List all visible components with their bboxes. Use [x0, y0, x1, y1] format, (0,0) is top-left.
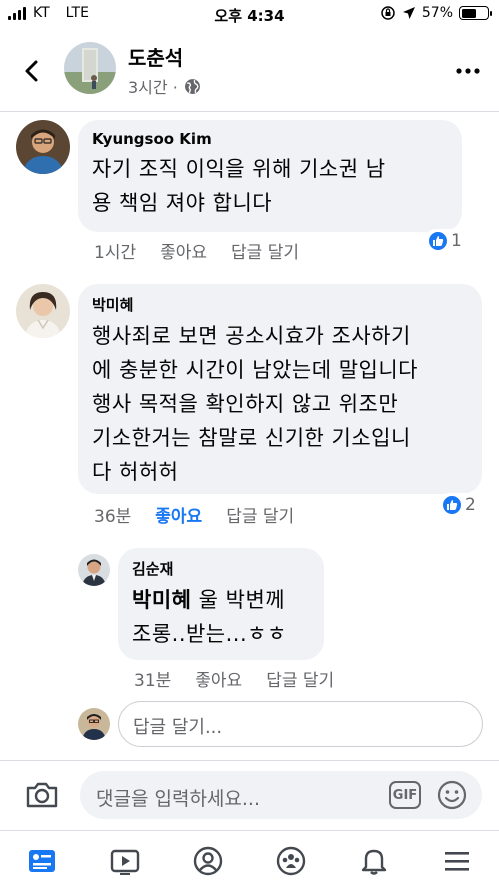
back-icon: [25, 60, 38, 82]
status-bar: KT LTE 오후 4:34 57%: [0, 0, 499, 30]
more-icon: [456, 68, 480, 74]
battery-icon: [459, 6, 492, 20]
back-button[interactable]: [14, 54, 48, 88]
rotation-lock-icon: [381, 6, 395, 20]
battery-fill: [461, 8, 476, 18]
bottom-navigation: [0, 830, 499, 888]
post-meta: 3시간 ·: [128, 74, 201, 98]
reaction-count[interactable]: 1: [424, 229, 465, 253]
nav-watch[interactable]: [107, 843, 143, 879]
reaction-number: 2: [465, 495, 476, 515]
watch-icon: [110, 849, 140, 875]
profile-icon: [193, 846, 223, 876]
post-header: 도춘석 3시간 ·: [0, 32, 499, 112]
nav-notifications[interactable]: [356, 843, 392, 879]
my-avatar: [78, 708, 110, 740]
commenter-avatar[interactable]: [16, 284, 70, 338]
nav-news-feed[interactable]: [24, 843, 60, 879]
author-name[interactable]: 도춘석: [128, 42, 183, 71]
comment-input-placeholder: 댓글을 입력하세요...: [96, 788, 260, 810]
reply-button[interactable]: 답글 달기: [266, 666, 334, 691]
gif-button[interactable]: GIF: [389, 781, 421, 809]
reply-button[interactable]: 답글 달기: [226, 502, 294, 527]
reply-text: 박미혜 울 박변께조롱..받는...ㅎㅎ: [132, 583, 310, 651]
reaction-number: 1: [451, 231, 462, 251]
news-feed-icon: [29, 850, 55, 872]
comment-author[interactable]: 박미혜: [92, 294, 468, 315]
reaction-count[interactable]: 2: [438, 493, 479, 517]
comment-bubble[interactable]: 박미혜 행사죄로 보면 공소시효가 조사하기 에 충분한 시간이 남았는데 말입…: [78, 284, 482, 494]
comment-author[interactable]: Kyungsoo Kim: [92, 130, 448, 148]
reply-time: 31분: [134, 671, 172, 691]
mention-tag[interactable]: 박미혜: [132, 588, 191, 612]
replier-avatar[interactable]: [78, 554, 110, 586]
reply-actions: 31분 좋아요 답글 달기: [134, 666, 334, 691]
commenter-avatar[interactable]: [16, 120, 70, 174]
comment-actions: 36분 좋아요 답글 달기: [94, 502, 294, 527]
like-icon: [427, 230, 449, 252]
like-icon: [441, 494, 463, 516]
nav-menu[interactable]: [439, 843, 475, 879]
reply-button[interactable]: 답글 달기: [231, 238, 299, 263]
battery-percent: 57%: [421, 5, 453, 21]
groups-icon: [276, 846, 306, 876]
more-options-button[interactable]: [451, 54, 485, 88]
comment-text: 행사죄로 보면 공소시효가 조사하기 에 충분한 시간이 남았는데 말입니다 행…: [92, 324, 418, 484]
globe-icon: [184, 78, 200, 94]
location-icon: [402, 7, 415, 19]
reply-bubble[interactable]: 김순재 박미혜 울 박변께조롱..받는...ㅎㅎ: [118, 548, 324, 660]
reply-author[interactable]: 김순재: [132, 558, 310, 579]
post-time: 3시간 ·: [128, 78, 178, 97]
comment-time: 1시간: [94, 243, 137, 263]
camera-button[interactable]: [24, 777, 60, 813]
emoji-button[interactable]: [436, 779, 468, 811]
like-button[interactable]: 좋아요: [160, 238, 207, 263]
bell-icon: [361, 849, 387, 875]
comment-text: 자기 조직 이익을 위해 기소권 남 용 책임 져야 합니다: [92, 157, 386, 215]
comment-input[interactable]: 댓글을 입력하세요... GIF: [80, 771, 482, 819]
emoji-icon: [437, 780, 467, 810]
reply-input[interactable]: 답글 달기...: [118, 701, 483, 747]
author-avatar[interactable]: [64, 42, 116, 94]
comment-composer: 댓글을 입력하세요... GIF: [0, 760, 499, 830]
comment-time: 36분: [94, 507, 132, 527]
reply-text-part: 울 박변께: [191, 588, 286, 612]
menu-icon: [445, 852, 469, 871]
camera-icon: [26, 782, 58, 808]
comment-bubble[interactable]: Kyungsoo Kim 자기 조직 이익을 위해 기소권 남 용 책임 져야 …: [78, 120, 462, 232]
like-button[interactable]: 좋아요: [155, 502, 202, 527]
comment-actions: 1시간 좋아요 답글 달기: [94, 238, 299, 263]
reply-text-line2: 조롱..받는...ㅎㅎ: [132, 622, 287, 646]
nav-profile[interactable]: [190, 843, 226, 879]
like-button[interactable]: 좋아요: [195, 666, 242, 691]
nav-groups[interactable]: [273, 843, 309, 879]
status-right: 57%: [380, 5, 492, 21]
